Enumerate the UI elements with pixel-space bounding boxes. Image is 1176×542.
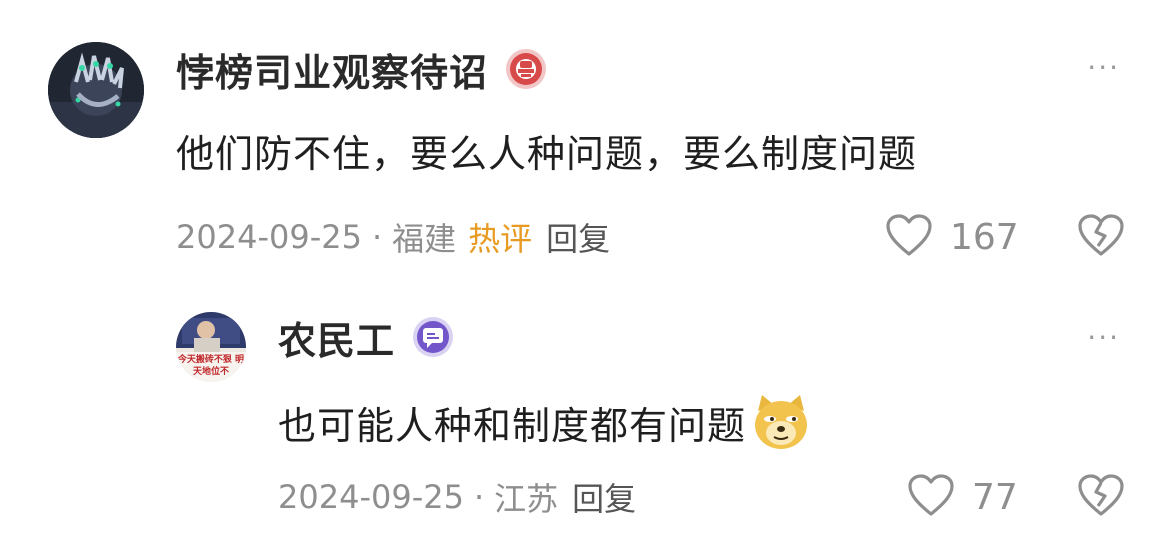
doge-emoji-icon [750, 391, 812, 453]
heart-icon [906, 472, 956, 522]
purple-chat-badge-icon [411, 315, 455, 359]
avatar-caption: 今天搬砖不狠 明天地位不 [177, 355, 245, 377]
red-medal-icon [504, 47, 548, 91]
like-button[interactable]: 167 [884, 212, 1019, 262]
broken-heart-icon[interactable] [1076, 472, 1126, 522]
comment-location: 福建 [392, 220, 457, 258]
hot-comment-tag: 热评 [468, 220, 533, 258]
comment-location: 江苏 [494, 480, 559, 518]
comment-meta: 2024-09-25 · 江苏 回复 [278, 474, 636, 520]
avatar[interactable]: 今天搬砖不狠 明天地位不 [176, 312, 246, 382]
like-count: 77 [972, 476, 1018, 518]
reply-button[interactable]: 回复 [572, 474, 636, 520]
username[interactable]: 农民工 [278, 310, 395, 365]
broken-heart-icon[interactable] [1076, 212, 1126, 262]
more-options-button[interactable]: ··· [1087, 324, 1120, 352]
heart-icon [884, 212, 934, 262]
comment-date: 2024-09-25 [176, 218, 362, 256]
comment-date: 2024-09-25 [278, 478, 464, 516]
comment-text: 他们防不住，要么人种问题，要么制度问题 [176, 131, 918, 176]
separator: · [473, 478, 485, 516]
like-button[interactable]: 77 [906, 472, 1018, 522]
like-count: 167 [950, 216, 1019, 258]
reply-item: 今天搬砖不狠 明天地位不 农民工 ··· 也可能人种和制度都有问题 2024-0… [0, 290, 1176, 542]
username[interactable]: 悖榜司业观察待诏 [176, 42, 488, 97]
more-options-button[interactable]: ··· [1087, 54, 1120, 82]
reply-button[interactable]: 回复 [546, 214, 610, 260]
avatar[interactable] [48, 42, 144, 138]
comment-meta: 2024-09-25 · 福建 热评 回复 [176, 214, 610, 260]
separator: · [371, 218, 383, 256]
comment-item: 悖榜司业观察待诏 ··· 他们防不住，要么人种问题，要么制度问题 2024-09… [0, 0, 1176, 290]
comment-text: 也可能人种和制度都有问题 [278, 390, 812, 454]
